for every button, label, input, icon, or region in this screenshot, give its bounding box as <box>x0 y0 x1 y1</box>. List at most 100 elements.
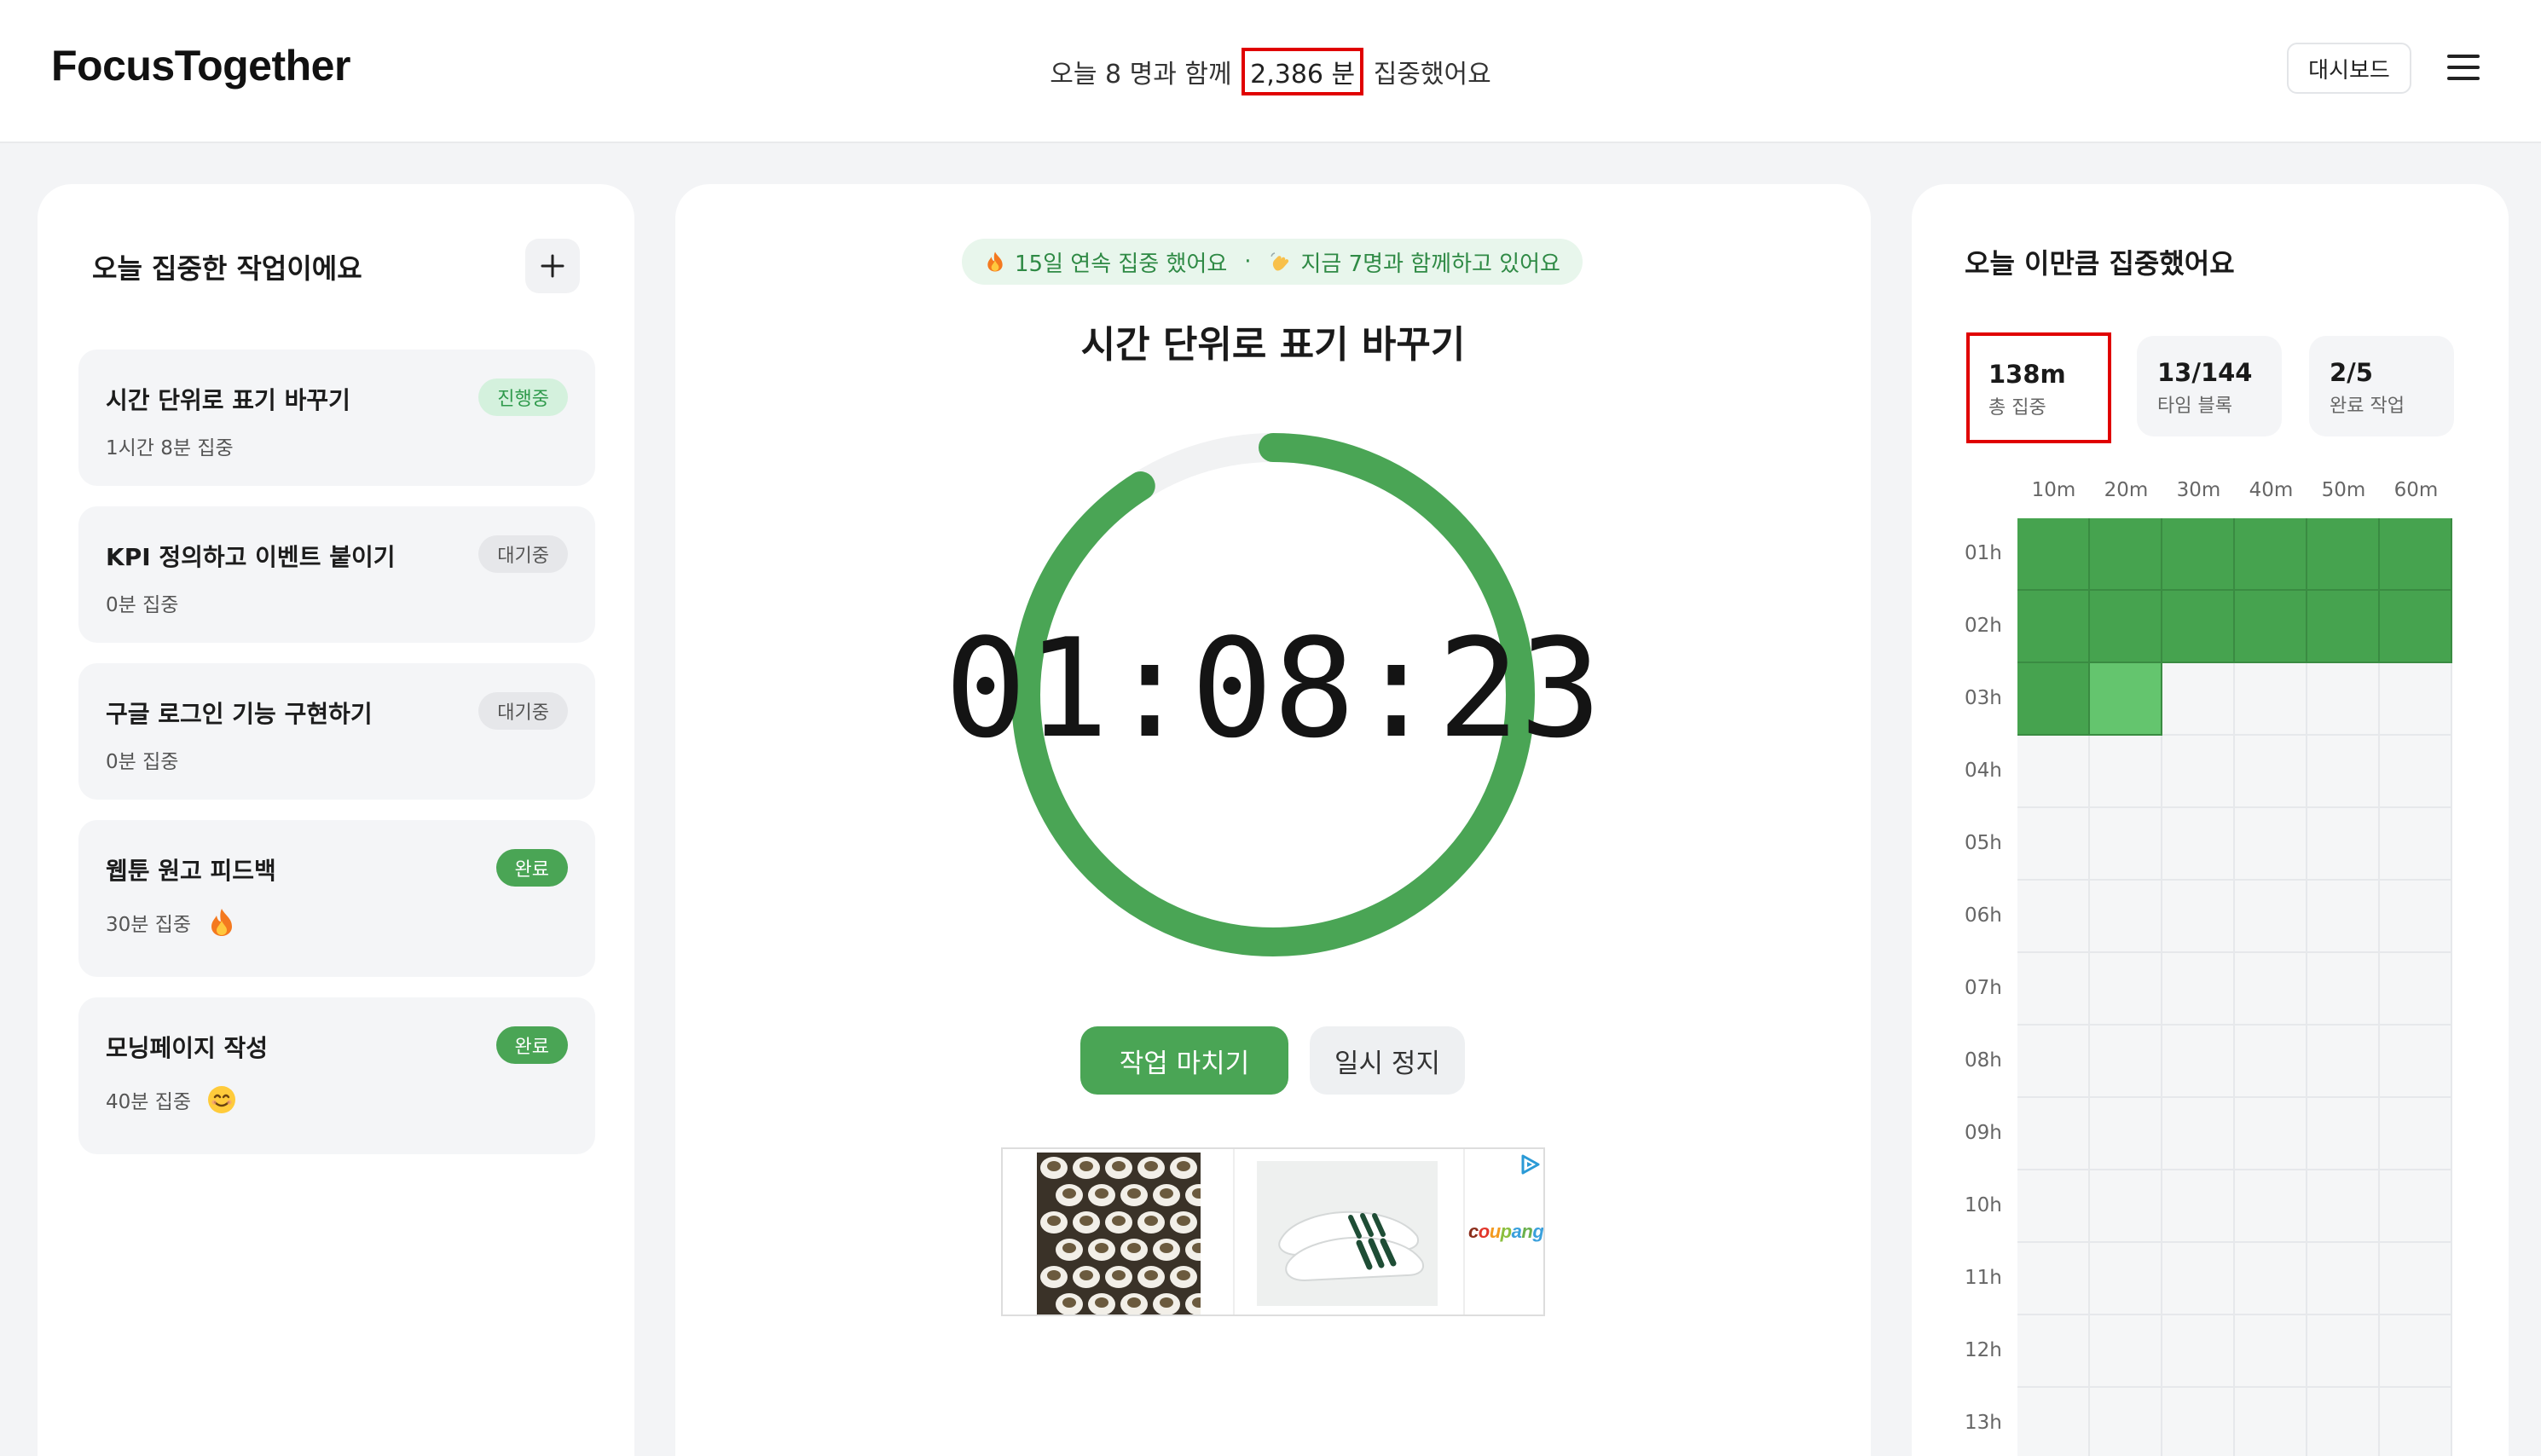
time-block-cell <box>2017 663 2090 736</box>
grid-row-label: 09h <box>1965 1122 2002 1144</box>
time-block-cell <box>2235 736 2307 808</box>
time-block-cell <box>2090 518 2162 591</box>
time-block-cell <box>2162 1026 2235 1098</box>
time-block-cell <box>2380 663 2452 736</box>
task-item[interactable]: 웹툰 원고 피드백 완료 30분 집중 <box>78 820 595 977</box>
time-block-cell <box>2307 663 2380 736</box>
time-block-cell <box>2017 1026 2090 1098</box>
stat-total-focus: 138m 총 집중 <box>1966 332 2111 443</box>
task-focus-time: 0분 집중 <box>106 594 179 616</box>
dashboard-button[interactable]: 대시보드 <box>2287 43 2411 94</box>
time-block-cell <box>2017 808 2090 881</box>
time-block-cell <box>2307 1243 2380 1315</box>
ad-product-image[interactable] <box>1257 1161 1438 1306</box>
time-block-cell <box>2380 1170 2452 1243</box>
status-badge: 진행중 <box>478 378 568 416</box>
task-item[interactable]: 모닝페이지 작성 완료 40분 집중 <box>78 997 595 1154</box>
current-task-title: 시간 단위로 표기 바꾸기 <box>1080 323 1466 367</box>
hamburger-menu-icon[interactable] <box>2447 55 2480 80</box>
time-block-cell <box>2380 1388 2452 1456</box>
grid-row-label: 03h <box>1965 687 2002 709</box>
time-block-cell <box>2090 881 2162 953</box>
stat-time-blocks: 13/144 타임 블록 <box>2137 336 2282 436</box>
time-block-cell <box>2090 1098 2162 1170</box>
ad-choices-icon[interactable] <box>1518 1153 1542 1176</box>
ad-divider <box>1463 1149 1465 1314</box>
time-block-cell <box>2235 518 2307 591</box>
stat-label: 완료 작업 <box>2330 396 2405 417</box>
time-block-cell <box>2090 591 2162 663</box>
time-block-cell <box>2380 1243 2452 1315</box>
grid-column-label: 10m <box>2031 479 2076 501</box>
ad-product-image[interactable] <box>1037 1153 1201 1314</box>
time-block-cell <box>2017 1243 2090 1315</box>
task-focus-time: 30분 집중 <box>106 907 237 938</box>
task-name: 웹툰 원고 피드백 <box>106 857 276 885</box>
fire-icon <box>211 909 233 936</box>
fire-icon <box>987 251 1003 272</box>
time-block-cell <box>2090 1315 2162 1388</box>
time-block-cell <box>2090 953 2162 1026</box>
smile-icon <box>208 1086 236 1113</box>
time-block-cell <box>2162 736 2235 808</box>
daily-summary: 오늘 8 명과 함께 2,386 분 집중했어요 <box>0 48 2541 95</box>
status-badge: 완료 <box>495 849 568 887</box>
status-badge: 대기중 <box>478 535 568 573</box>
time-block-cell <box>2017 1388 2090 1456</box>
task-item[interactable]: 구글 로그인 기능 구현하기 대기중 0분 집중 <box>78 663 595 800</box>
stats-panel: 오늘 이만큼 집중했어요 138m 총 집중 13/144 타임 블록 2/5 … <box>1912 184 2509 1456</box>
time-block-cell <box>2017 881 2090 953</box>
time-block-cell <box>2235 1170 2307 1243</box>
time-block-cell <box>2162 1243 2235 1315</box>
time-block-cell <box>2307 1026 2380 1098</box>
streak-text: 15일 연속 집중 했어요 <box>1015 251 1228 277</box>
time-block-cell <box>2090 1170 2162 1243</box>
add-task-button[interactable] <box>525 239 580 293</box>
grid-row-label: 02h <box>1965 615 2002 637</box>
streak-banner: 15일 연속 집중 했어요 · 지금 7명과 함께하고 있어요 <box>962 239 1583 285</box>
time-block-cell <box>2380 808 2452 881</box>
time-block-cell <box>2235 591 2307 663</box>
ad-brand-logo[interactable]: coupang <box>1468 1221 1543 1243</box>
task-name: 모닝페이지 작성 <box>106 1034 269 1062</box>
time-block-cell <box>2235 663 2307 736</box>
ad-banner[interactable]: coupang <box>1001 1147 1545 1316</box>
time-block-cell <box>2380 953 2452 1026</box>
time-block-cell <box>2235 1388 2307 1456</box>
time-block-cell <box>2307 591 2380 663</box>
task-item[interactable]: 시간 단위로 표기 바꾸기 진행중 1시간 8분 집중 <box>78 350 595 486</box>
grid-column-label: 20m <box>2104 479 2149 501</box>
time-block-cell <box>2090 1388 2162 1456</box>
task-focus-time: 1시간 8분 집중 <box>106 437 234 459</box>
time-block-cell <box>2162 1170 2235 1243</box>
time-block-cell <box>2162 1315 2235 1388</box>
stat-value: 13/144 <box>2157 358 2253 387</box>
time-block-cell <box>2235 1243 2307 1315</box>
summary-total-minutes: 2,386 분 <box>1242 48 1364 95</box>
time-block-cell <box>2162 1388 2235 1456</box>
summary-suffix: 집중했어요 <box>1373 60 1491 90</box>
time-block-cell <box>2017 953 2090 1026</box>
task-item[interactable]: KPI 정의하고 이벤트 붙이기 대기중 0분 집중 <box>78 506 595 643</box>
separator-dot: · <box>1244 249 1252 274</box>
time-block-cell <box>2235 808 2307 881</box>
time-block-cell <box>2162 808 2235 881</box>
task-name: 시간 단위로 표기 바꾸기 <box>106 386 350 414</box>
stats-title: 오늘 이만큼 집중했어요 <box>1965 247 2235 280</box>
task-list-title: 오늘 집중한 작업이에요 <box>92 252 362 285</box>
time-block-cell <box>2162 518 2235 591</box>
stat-value: 2/5 <box>2330 358 2373 387</box>
stat-label: 총 집중 <box>1988 397 2046 419</box>
time-block-cell <box>2307 518 2380 591</box>
pause-button[interactable]: 일시 정지 <box>1310 1026 1465 1095</box>
grid-row-label: 05h <box>1965 832 2002 854</box>
time-block-cell <box>2090 663 2162 736</box>
time-block-cell <box>2380 881 2452 953</box>
ad-divider <box>1233 1149 1235 1314</box>
finish-task-button[interactable]: 작업 마치기 <box>1080 1026 1288 1095</box>
grid-row-label: 08h <box>1965 1049 2002 1072</box>
grid-row-label: 06h <box>1965 904 2002 927</box>
task-focus-time: 40분 집중 <box>106 1084 237 1115</box>
time-block-cell <box>2162 953 2235 1026</box>
task-list-panel: 오늘 집중한 작업이에요 시간 단위로 표기 바꾸기 진행중 1시간 8분 집중… <box>38 184 634 1456</box>
